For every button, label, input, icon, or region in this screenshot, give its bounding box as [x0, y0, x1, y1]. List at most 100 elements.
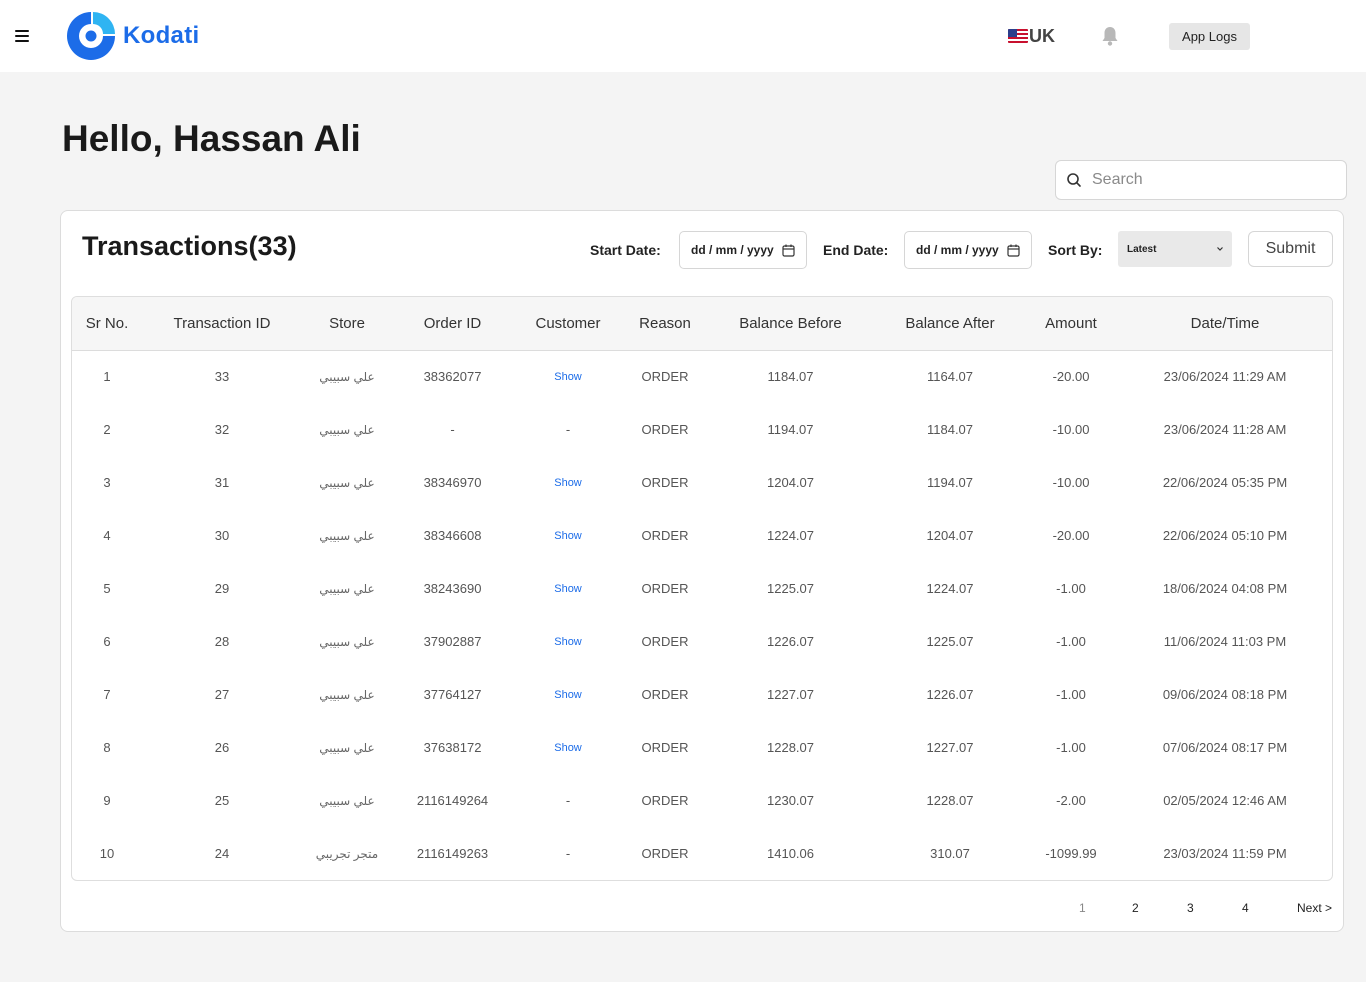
transactions-card: Transactions(33) Start Date: dd / mm / y… — [60, 210, 1344, 932]
table-header-row: Sr No. Transaction ID Store Order ID Custome… — [72, 297, 1332, 350]
locale-selector[interactable]: UK — [1008, 24, 1055, 48]
cell-order-id: 37764127 — [423, 687, 482, 702]
search-box[interactable] — [1055, 160, 1347, 200]
cell-amount: -20.00 — [1052, 369, 1090, 385]
end-date-label: End Date: — [823, 242, 889, 258]
transactions-title: Transactions(33) — [82, 231, 297, 261]
cell-balance-before: 1184.07 — [767, 369, 814, 385]
brand-logo[interactable]: Kodati — [66, 11, 199, 61]
customer-show-link[interactable]: Show — [513, 562, 623, 615]
customer-show-link[interactable]: Show — [513, 456, 623, 509]
cell-reason: ORDER — [641, 846, 689, 861]
cell-transaction-id: 29 — [214, 581, 230, 596]
cell-transaction-id: 32 — [214, 422, 230, 437]
cell-amount: -10.00 — [1052, 475, 1090, 490]
top-bar: Kodati UK App Logs — [0, 0, 1366, 72]
cell-balance-after: 1225.07 — [926, 634, 974, 649]
start-date-input[interactable]: dd / mm / yyyy — [679, 231, 807, 269]
cell-order-id: - — [450, 422, 455, 437]
next-page-link[interactable]: Next > — [1297, 901, 1332, 915]
table-row: 10 24 متجر تجريبي 2116149263 - ORDER 1410.06 31… — [72, 827, 1332, 880]
cell-sr-no: 3 — [103, 475, 111, 490]
us-flag-icon — [1008, 29, 1028, 43]
cell-balance-after: 310.07 — [930, 846, 970, 861]
cell-order-id: 38346970 — [423, 475, 482, 490]
cell-balance-before: 1410.06 — [767, 846, 814, 861]
customer-show-link[interactable]: Show — [513, 509, 623, 562]
column-header-transaction-id: Transaction ID — [173, 314, 271, 332]
cell-reason: ORDER — [641, 422, 689, 437]
column-header-reason: Reason — [639, 314, 691, 332]
cell-transaction-id: 27 — [214, 687, 230, 702]
page-4-link[interactable]: 4 — [1242, 901, 1249, 915]
cell-store: علي سبيبي — [319, 634, 375, 649]
cell-reason: ORDER — [641, 475, 689, 490]
submit-button[interactable]: Submit — [1248, 231, 1333, 267]
cell-store: علي سبيبي — [319, 528, 375, 543]
cell-order-id: 37902887 — [423, 634, 482, 649]
cell-balance-after: 1194.07 — [926, 475, 974, 490]
cell-amount: -1.00 — [1056, 581, 1086, 596]
cell-sr-no: 1 — [103, 369, 111, 385]
cell-amount: -10.00 — [1052, 422, 1090, 437]
table-row: 8 26 علي سبيبي 37638172 Show ORDER 1228.07 1227… — [72, 721, 1332, 774]
cell-sr-no: 6 — [103, 634, 111, 649]
cell-date-time: 07/06/2024 08:17 PM — [1162, 740, 1288, 755]
cell-sr-no: 10 — [99, 846, 115, 861]
cell-amount: -1.00 — [1056, 740, 1086, 755]
cell-store: متجر تجريبي — [315, 846, 379, 861]
cell-order-id: 38243690 — [423, 581, 482, 596]
cell-store: علي سبيبي — [319, 422, 375, 437]
customer-show-link[interactable]: Show — [513, 668, 623, 721]
cell-transaction-id: 31 — [214, 475, 230, 490]
cell-date-time: 22/06/2024 05:35 PM — [1162, 475, 1288, 490]
cell-date-time: 09/06/2024 08:18 PM — [1162, 687, 1288, 702]
cell-transaction-id: 28 — [214, 634, 230, 649]
cell-balance-before: 1224.07 — [767, 528, 814, 543]
sort-by-select[interactable]: Latest — [1118, 231, 1232, 267]
transactions-table: Sr No. Transaction ID Store Order ID Custome… — [71, 296, 1333, 881]
cell-transaction-id: 30 — [214, 528, 230, 543]
end-date-input[interactable]: dd / mm / yyyy — [904, 231, 1032, 269]
cell-order-id: 2116149264 — [416, 793, 489, 808]
cell-store: علي سبيبي — [319, 687, 375, 702]
cell-date-time: 02/05/2024 12:46 AM — [1163, 793, 1287, 808]
page-2-link[interactable]: 2 — [1132, 901, 1139, 915]
cell-store: علي سبيبي — [319, 369, 375, 384]
hamburger-icon[interactable] — [15, 30, 29, 43]
search-icon — [1067, 173, 1081, 187]
column-header-balance-before: Balance Before — [739, 314, 842, 332]
customer-show-link[interactable]: Show — [513, 721, 623, 774]
cell-amount: -1.00 — [1056, 634, 1086, 649]
customer-show-link[interactable]: Show — [513, 615, 623, 668]
cell-reason: ORDER — [641, 634, 689, 649]
table-row: 3 31 علي سبيبي 38346970 Show ORDER 1204.07 1194… — [72, 456, 1332, 509]
table-row: 7 27 علي سبيبي 37764127 Show ORDER 1227.07 1226… — [72, 668, 1332, 721]
cell-sr-no: 2 — [103, 422, 111, 437]
page-1-link[interactable]: 1 — [1079, 901, 1086, 915]
cell-transaction-id: 26 — [214, 740, 230, 755]
cell-balance-after: 1227.07 — [926, 740, 974, 755]
cell-order-id: 38362077 — [423, 369, 482, 385]
table-row: 5 29 علي سبيبي 38243690 Show ORDER 1225.07 1224… — [72, 562, 1332, 615]
cell-reason: ORDER — [641, 369, 689, 385]
cell-sr-no: 9 — [103, 793, 111, 808]
cell-store: علي سبيبي — [319, 475, 375, 490]
customer-show-link[interactable]: Show — [513, 350, 623, 403]
bell-icon[interactable] — [1098, 24, 1122, 48]
page-3-link[interactable]: 3 — [1187, 901, 1194, 915]
page-greeting: Hello, Hassan Ali — [62, 118, 361, 159]
search-input[interactable] — [1092, 171, 1332, 189]
calendar-icon[interactable] — [1007, 244, 1020, 257]
cell-sr-no: 5 — [103, 581, 111, 596]
app-logs-button[interactable]: App Logs — [1169, 23, 1250, 50]
sort-by-value: Latest — [1127, 243, 1157, 255]
column-header-date-time: Date/Time — [1190, 314, 1260, 332]
cell-reason: ORDER — [641, 687, 689, 702]
cell-balance-before: 1230.07 — [767, 793, 814, 808]
start-date-label: Start Date: — [590, 242, 661, 258]
cell-date-time: 18/06/2024 04:08 PM — [1162, 581, 1288, 596]
column-header-order-id: Order ID — [423, 314, 482, 332]
calendar-icon[interactable] — [782, 244, 795, 257]
cell-customer: - — [565, 793, 571, 808]
